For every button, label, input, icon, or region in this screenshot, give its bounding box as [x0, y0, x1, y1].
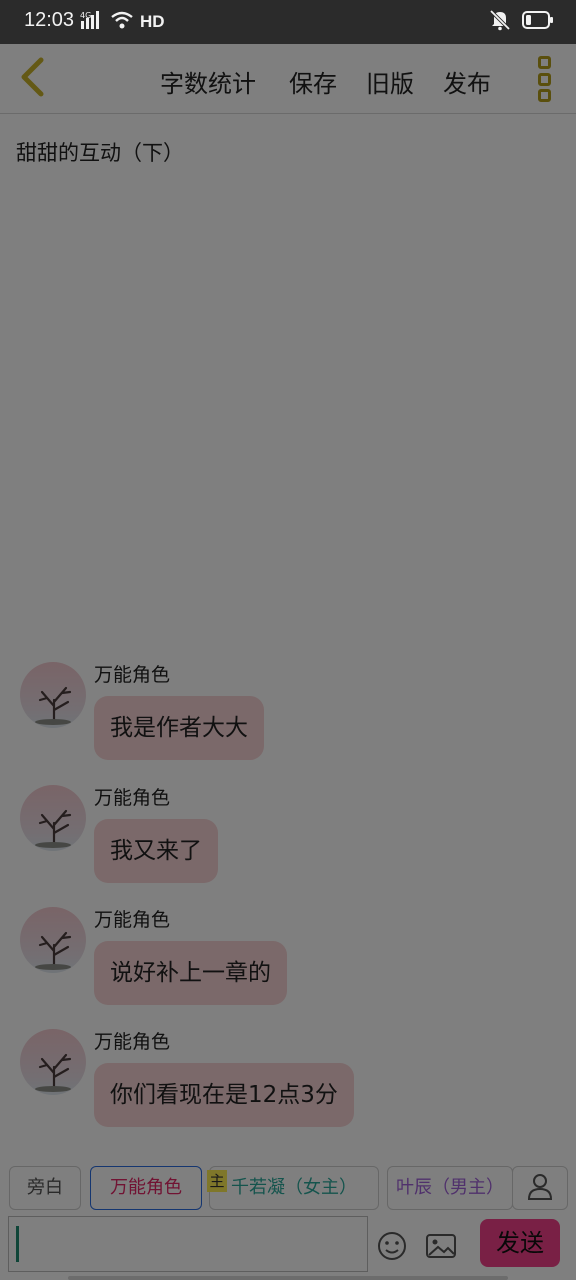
- home-indicator: [68, 1276, 508, 1280]
- sender-name: 万能角色: [94, 909, 171, 931]
- toolbar: 字数统计 保存 旧版 发布: [0, 44, 576, 114]
- message-bubble[interactable]: 我又来了: [94, 819, 218, 883]
- role-selector: 旁白 万能角色 千若凝（女主） 叶辰（男主）: [0, 1144, 576, 1216]
- sender-name: 万能角色: [94, 664, 171, 686]
- battery-icon: [522, 11, 554, 33]
- status-bar: 12:03 4G HD: [0, 0, 576, 44]
- text-caret: [16, 1226, 19, 1262]
- role-chip-heroine[interactable]: 千若凝（女主）: [209, 1166, 379, 1210]
- input-caret-layer: [8, 1216, 368, 1272]
- wifi-icon: [110, 10, 134, 34]
- image-icon[interactable]: [424, 1230, 458, 1262]
- status-time: 12:03: [24, 9, 75, 31]
- old-version-button[interactable]: 旧版: [366, 64, 414, 99]
- emoji-icon[interactable]: [376, 1230, 408, 1262]
- message-bubble[interactable]: 说好补上一章的: [94, 941, 287, 1005]
- message-bubble[interactable]: 我是作者大大: [94, 696, 264, 760]
- word-count-button[interactable]: 字数统计: [160, 64, 256, 99]
- hd-label: HD: [140, 12, 165, 31]
- avatar[interactable]: [20, 662, 86, 728]
- chapter-title[interactable]: 甜甜的互动（下）: [16, 137, 184, 167]
- user-icon: [527, 1172, 553, 1204]
- role-chip-narration[interactable]: 旁白: [9, 1166, 81, 1210]
- save-button[interactable]: 保存: [289, 64, 337, 99]
- more-vertical-icon[interactable]: [530, 56, 558, 102]
- publish-button[interactable]: 发布: [443, 64, 491, 99]
- main-role-badge: 主: [207, 1170, 227, 1192]
- send-button[interactable]: 发送: [480, 1219, 560, 1267]
- status-right-icons: [488, 9, 554, 35]
- role-manage-button[interactable]: [512, 1166, 568, 1210]
- signal-icon: 4G: [80, 10, 104, 34]
- back-button[interactable]: [12, 56, 52, 102]
- sender-name: 万能角色: [94, 1031, 171, 1053]
- chevron-left-icon: [17, 57, 47, 101]
- editor-screen: 字数统计 保存 旧版 发布 甜甜的互动（下） 万能角色 我是作者大大 万能角色 …: [0, 44, 576, 1280]
- avatar[interactable]: [20, 907, 86, 973]
- message-bubble[interactable]: 你们看现在是12点3分: [94, 1063, 354, 1127]
- role-chip-hero[interactable]: 叶辰（男主）: [387, 1166, 513, 1210]
- status-left-icons: 4G HD: [80, 10, 165, 34]
- avatar[interactable]: [20, 1029, 86, 1095]
- sender-name: 万能角色: [94, 787, 171, 809]
- mute-icon: [488, 9, 512, 35]
- avatar[interactable]: [20, 785, 86, 851]
- role-chip-universal[interactable]: 万能角色: [90, 1166, 202, 1210]
- svg-text:4G: 4G: [80, 11, 91, 20]
